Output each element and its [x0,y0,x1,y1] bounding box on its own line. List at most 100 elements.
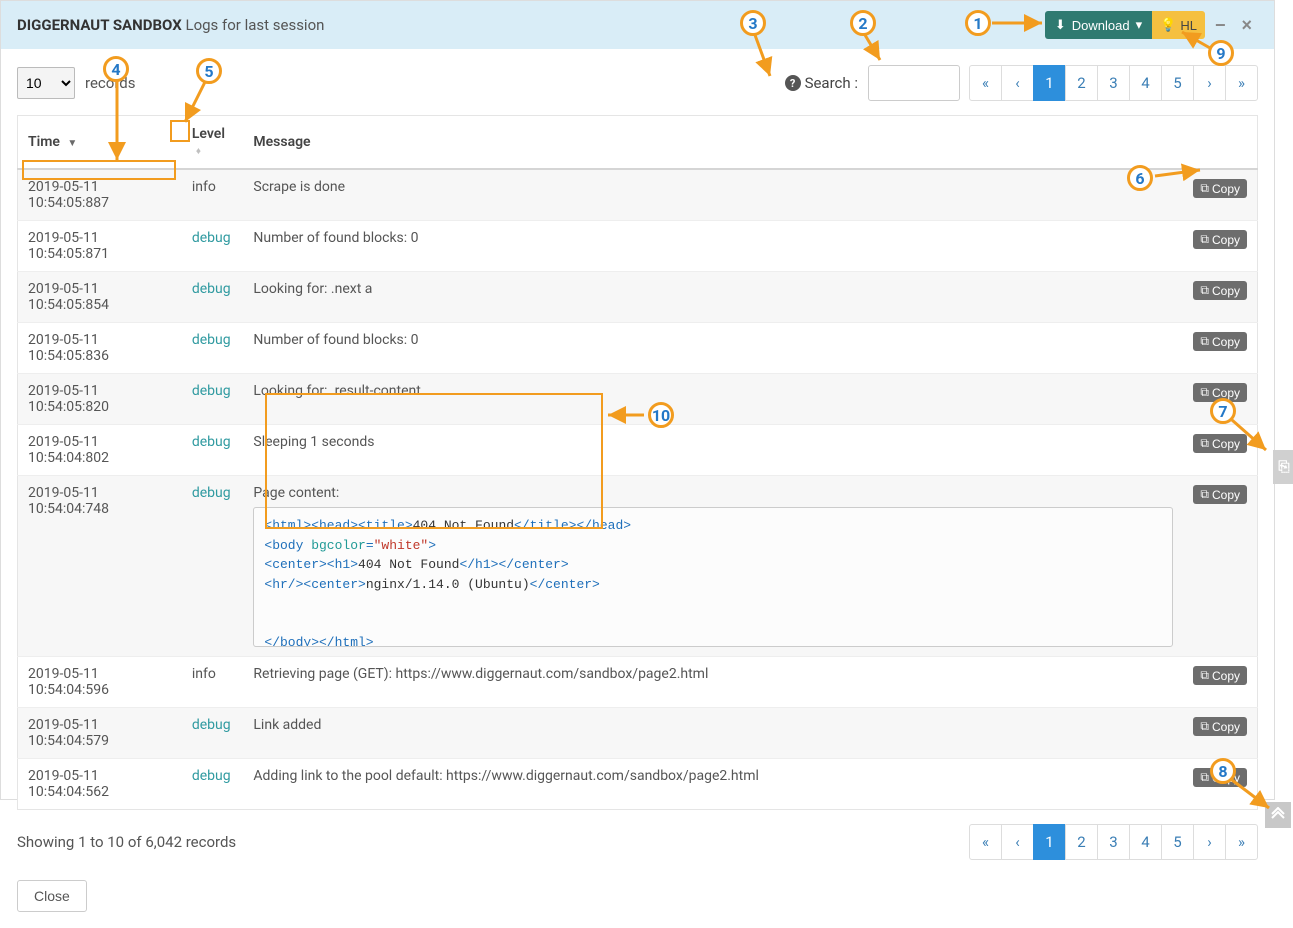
copy-button[interactable]: ⧉ Copy [1193,281,1247,300]
cell-level: debug [182,221,244,272]
lightbulb-icon: 💡 [1160,17,1176,33]
cell-message: Looking for: .next a [243,272,1183,323]
table-row: 2019-05-11 10:54:04:748debugPage content… [18,476,1258,657]
cell-copy: ⧉ Copy [1183,425,1257,476]
cell-message: Page content:<html><head><title>404 Not … [243,476,1183,657]
table-row: 2019-05-11 10:54:05:887infoScrape is don… [18,169,1258,221]
cell-message: Retrieving page (GET): https://www.digge… [243,657,1183,708]
code-block: <html><head><title>404 Not Found</title>… [253,507,1173,647]
page-4[interactable]: 4 [1129,65,1162,101]
pagination-bottom: « ‹ 1 2 3 4 5 › » [970,824,1258,860]
download-icon: ⬇ [1055,17,1066,33]
sort-desc-icon: ▼ [67,138,77,149]
copy-icon: ⧉ [1200,719,1209,734]
page-4[interactable]: 4 [1129,824,1162,860]
copy-button[interactable]: ⧉ Copy [1193,666,1247,685]
th-time[interactable]: Time ▼ [18,116,182,170]
cell-level: debug [182,708,244,759]
cell-time: 2019-05-11 10:54:05:854 [18,272,182,323]
cell-message: Scrape is done [243,169,1183,221]
cell-level: debug [182,323,244,374]
page-last[interactable]: » [1225,824,1258,860]
cell-message: Link added [243,708,1183,759]
table-row: 2019-05-11 10:54:04:596infoRetrieving pa… [18,657,1258,708]
copy-button[interactable]: ⧉ Copy [1193,332,1247,351]
page-next[interactable]: › [1193,65,1226,101]
page-first[interactable]: « [969,824,1002,860]
pagination-top: « ‹ 1 2 3 4 5 › » [970,65,1258,101]
table-row: 2019-05-11 10:54:05:871debugNumber of fo… [18,221,1258,272]
page-1[interactable]: 1 [1033,65,1066,101]
modal-body: 10 records ? Search : « ‹ 1 2 3 4 5 [1,49,1274,928]
copy-icon: ⧉ [1200,668,1209,683]
help-icon[interactable]: ? [785,75,801,91]
copy-button[interactable]: ⧉ Copy [1193,768,1247,787]
app-name: DIGGERNAUT SANDBOX [17,16,182,34]
cell-copy: ⧉ Copy [1183,323,1257,374]
table-row: 2019-05-11 10:54:05:836debugNumber of fo… [18,323,1258,374]
cell-copy: ⧉ Copy [1183,476,1257,657]
side-tab[interactable]: ⎘ [1273,450,1293,484]
copy-button[interactable]: ⧉ Copy [1193,434,1247,453]
cell-time: 2019-05-11 10:54:05:820 [18,374,182,425]
cell-copy: ⧉ Copy [1183,272,1257,323]
cell-level: debug [182,759,244,810]
page-2[interactable]: 2 [1065,65,1098,101]
copy-button[interactable]: ⧉ Copy [1193,179,1247,198]
top-controls: 10 records ? Search : « ‹ 1 2 3 4 5 [17,65,1258,101]
page-3[interactable]: 3 [1097,824,1130,860]
cell-message: Number of found blocks: 0 [243,323,1183,374]
cell-copy: ⧉ Copy [1183,759,1257,810]
cell-level: debug [182,425,244,476]
copy-icon: ⧉ [1200,385,1209,400]
cell-message: Number of found blocks: 0 [243,221,1183,272]
cell-time: 2019-05-11 10:54:04:596 [18,657,182,708]
page-5[interactable]: 5 [1161,824,1194,860]
sort-icon: ♦ [196,146,201,157]
cell-time: 2019-05-11 10:54:05:871 [18,221,182,272]
table-row: 2019-05-11 10:54:05:820debugLooking for:… [18,374,1258,425]
copy-icon: ⧉ [1200,181,1209,196]
cell-time: 2019-05-11 10:54:05:836 [18,323,182,374]
cell-copy: ⧉ Copy [1183,169,1257,221]
page-1[interactable]: 1 [1033,824,1066,860]
table-row: 2019-05-11 10:54:04:562debugAdding link … [18,759,1258,810]
page-3[interactable]: 3 [1097,65,1130,101]
scroll-top-button[interactable] [1265,802,1291,828]
close-button[interactable]: Close [17,880,87,912]
table-row: 2019-05-11 10:54:05:854debugLooking for:… [18,272,1258,323]
records-select[interactable]: 10 [17,67,75,99]
minimize-button[interactable]: − [1209,15,1232,36]
search-label: ? Search : [785,74,858,92]
page-last[interactable]: » [1225,65,1258,101]
cell-level: info [182,657,244,708]
copy-button[interactable]: ⧉ Copy [1193,383,1247,402]
header-controls: ⬇ Download ▾ 💡 HL − × [1045,11,1258,39]
close-icon[interactable]: × [1235,15,1258,36]
download-button[interactable]: ⬇ Download ▾ [1045,11,1152,39]
cell-level: info [182,169,244,221]
download-label: Download [1072,18,1130,33]
page-5[interactable]: 5 [1161,65,1194,101]
cell-message: Sleeping 1 seconds [243,425,1183,476]
copy-icon: ⧉ [1200,487,1209,502]
page-2[interactable]: 2 [1065,824,1098,860]
highlight-button[interactable]: 💡 HL [1152,11,1205,39]
page-prev[interactable]: ‹ [1001,824,1034,860]
right-controls: ? Search : « ‹ 1 2 3 4 5 › » [785,65,1258,101]
th-level[interactable]: Level ♦ [182,116,244,170]
footer-row: Showing 1 to 10 of 6,042 records « ‹ 1 2… [17,824,1258,860]
records-control: 10 records [17,67,135,99]
copy-icon: ⧉ [1200,232,1209,247]
copy-button[interactable]: ⧉ Copy [1193,717,1247,736]
table-row: 2019-05-11 10:54:04:802debugSleeping 1 s… [18,425,1258,476]
page-prev[interactable]: ‹ [1001,65,1034,101]
copy-button[interactable]: ⧉ Copy [1193,230,1247,249]
copy-button[interactable]: ⧉ Copy [1193,485,1247,504]
cell-message: Looking for: .result-content [243,374,1183,425]
page-next[interactable]: › [1193,824,1226,860]
search-input[interactable] [868,65,960,101]
th-message[interactable]: Message [243,116,1183,170]
page-first[interactable]: « [969,65,1002,101]
cell-copy: ⧉ Copy [1183,708,1257,759]
